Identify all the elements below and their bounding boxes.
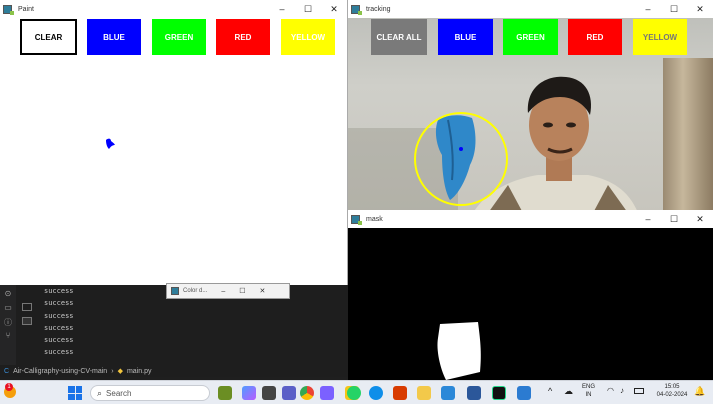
paint-window: Paint – ☐ ✕ CLEAR BLUE GREEN RED YELLOW	[0, 0, 348, 285]
clock[interactable]: 15:05 04-02-2024	[652, 383, 692, 399]
vscode-icon[interactable]	[517, 386, 531, 400]
close-button[interactable]: ✕	[687, 210, 713, 228]
extensions-icon[interactable]: ▭	[3, 303, 13, 313]
maximize-button[interactable]: ☐	[239, 287, 245, 295]
window-title: Paint	[18, 5, 34, 13]
chrome-icon[interactable]	[300, 386, 314, 400]
photos-icon[interactable]	[441, 386, 455, 400]
terminal-line: success	[44, 299, 74, 308]
maximize-button[interactable]: ☐	[661, 0, 687, 18]
mask-view	[348, 228, 713, 380]
git-graph-icon[interactable]: ⑂	[3, 331, 13, 341]
teams-icon[interactable]	[282, 386, 296, 400]
tracking-circle	[414, 112, 508, 206]
list-icon[interactable]	[22, 303, 32, 311]
remote-icon[interactable]: C	[4, 368, 9, 375]
app-icon-purple[interactable]	[320, 386, 334, 400]
drawn-stroke	[106, 138, 115, 149]
minimize-button[interactable]: –	[635, 210, 661, 228]
paint-canvas[interactable]: CLEAR BLUE GREEN RED YELLOW	[0, 18, 347, 285]
yellow-button[interactable]: YELLOW	[633, 19, 687, 55]
maximize-button[interactable]: ☐	[661, 210, 687, 228]
window-title: Color d...	[183, 288, 208, 294]
cloud-icon[interactable]: ☁	[564, 387, 573, 396]
start-button[interactable]	[68, 386, 82, 400]
terminal-side-icons	[20, 285, 34, 365]
app-icon	[171, 287, 179, 295]
copilot-icon[interactable]	[242, 386, 256, 400]
red-button[interactable]: RED	[568, 19, 622, 55]
language-label: ENG	[582, 384, 596, 390]
edge-icon[interactable]	[369, 386, 383, 400]
mask-titlebar[interactable]: mask – ☐ ✕	[348, 210, 713, 228]
search-icon: ⌕	[97, 387, 103, 398]
notifications-icon[interactable]: 🔔	[694, 387, 705, 396]
notification-badge: 1	[5, 383, 13, 391]
vscode-statusbar: C Air-Calligraphy-using-CV-main › ◆ main…	[0, 365, 348, 377]
project-name[interactable]: Air-Calligraphy-using-CV-main	[13, 368, 107, 375]
chevron-right-icon: ›	[111, 367, 114, 375]
volume-icon[interactable]: ♪	[620, 387, 624, 395]
clear-button[interactable]: CLEAR	[20, 19, 77, 55]
app-icon	[3, 4, 14, 15]
terminal-line: success	[44, 348, 74, 357]
terminal-line: success	[44, 336, 74, 345]
close-button[interactable]: ✕	[321, 0, 347, 18]
word-icon[interactable]	[467, 386, 481, 400]
tray-chevron-icon[interactable]: ^	[548, 387, 552, 396]
color-detectors-window[interactable]: Color d... – ☐ ✕	[166, 283, 290, 299]
pycharm-icon[interactable]	[492, 386, 506, 400]
minimize-button[interactable]: –	[269, 0, 295, 18]
input-label: IN	[585, 392, 592, 398]
terminal-line: success	[44, 311, 74, 320]
tracking-titlebar[interactable]: tracking – ☐ ✕	[348, 0, 713, 18]
search-placeholder: Search	[106, 388, 132, 398]
source-control-icon[interactable]: ⊙	[3, 289, 13, 299]
mask-blob	[437, 322, 481, 380]
language-indicator[interactable]: ENG IN	[582, 383, 595, 399]
taskbar: 1 ⌕ Search ^ ☁ ENG IN ◠ ♪ 15:05 04-02-20…	[0, 380, 713, 404]
clear-all-button[interactable]: CLEAR ALL	[371, 19, 427, 55]
terminal-line: success	[44, 323, 74, 332]
paint-titlebar[interactable]: Paint – ☐ ✕	[0, 0, 347, 18]
desktop: ⊙ ▭ ⓘ ⑂ success success success success …	[0, 0, 713, 404]
camera-feed: CLEAR ALL BLUE GREEN RED YELLOW	[348, 18, 713, 212]
activity-bar: ⊙ ▭ ⓘ ⑂	[0, 285, 16, 365]
green-button[interactable]: GREEN	[152, 19, 206, 55]
task-view-icon[interactable]	[262, 386, 276, 400]
file-name[interactable]: main.py	[127, 368, 152, 375]
time: 15:05	[664, 384, 680, 390]
whatsapp-icon[interactable]	[347, 386, 361, 400]
red-button[interactable]: RED	[216, 19, 270, 55]
wifi-icon[interactable]: ◠	[607, 387, 614, 395]
date: 04-02-2024	[656, 392, 688, 398]
info-icon[interactable]: ⓘ	[3, 317, 13, 327]
door-frame	[663, 58, 713, 212]
app-icon	[351, 214, 362, 225]
window-title: mask	[366, 215, 383, 223]
file-explorer-icon[interactable]	[417, 386, 431, 400]
tracking-window: tracking – ☐ ✕ CLEAR ALL BLUE GREEN RED …	[348, 0, 713, 212]
close-button[interactable]: ✕	[687, 0, 713, 18]
split-icon[interactable]	[22, 317, 32, 325]
app-icon	[351, 4, 362, 15]
yellow-button[interactable]: YELLOW	[281, 19, 335, 55]
close-button[interactable]: ✕	[260, 287, 266, 295]
search-box[interactable]: ⌕ Search	[90, 385, 210, 401]
green-button[interactable]: GREEN	[503, 19, 558, 55]
python-file-icon: ◆	[117, 368, 123, 375]
blue-button[interactable]: BLUE	[87, 19, 141, 55]
battery-icon[interactable]	[634, 388, 644, 394]
terminal-output: success success success success success …	[44, 285, 164, 359]
mask-window: mask – ☐ ✕	[348, 210, 713, 380]
office-icon[interactable]	[393, 386, 407, 400]
terminal-line: success	[44, 287, 74, 295]
minimize-button[interactable]: –	[221, 288, 225, 295]
maximize-button[interactable]: ☐	[295, 0, 321, 18]
widgets-icon[interactable]	[218, 386, 232, 400]
window-title: tracking	[366, 5, 391, 13]
blue-button[interactable]: BLUE	[438, 19, 493, 55]
minimize-button[interactable]: –	[635, 0, 661, 18]
